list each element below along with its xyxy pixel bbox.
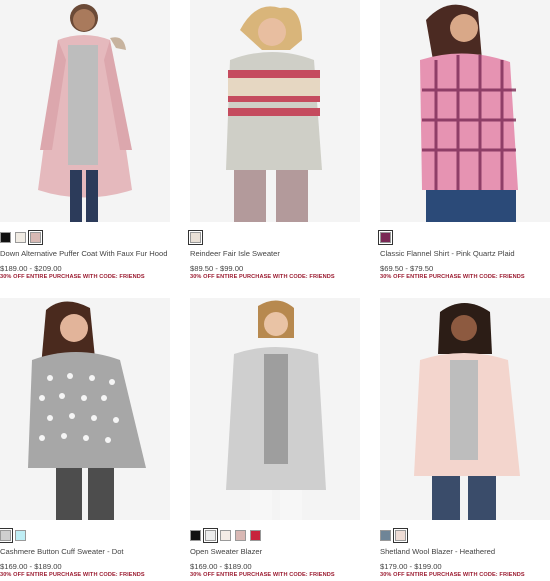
promo-text: 30% OFF ENTIRE PURCHASE WITH CODE: FRIEN… xyxy=(380,274,525,280)
swatch[interactable] xyxy=(380,530,391,541)
promo-text: 30% OFF ENTIRE PURCHASE WITH CODE: FRIEN… xyxy=(190,274,335,280)
product-grid: Down Alternative Puffer Coat With Faux F… xyxy=(0,0,550,581)
swatch[interactable] xyxy=(220,530,231,541)
swatch[interactable] xyxy=(0,232,11,243)
sweater-blazer-illustration xyxy=(226,300,326,520)
product-image[interactable] xyxy=(190,298,360,520)
swatch[interactable] xyxy=(378,230,393,245)
product-image[interactable] xyxy=(0,298,170,520)
promo-text: 30% OFF ENTIRE PURCHASE WITH CODE: FRIEN… xyxy=(380,572,525,578)
swatch[interactable] xyxy=(250,530,261,541)
product-name[interactable]: Open Sweater Blazer xyxy=(190,547,262,556)
product-price: $169.00 - $189.00 xyxy=(0,562,62,571)
color-swatches xyxy=(380,528,408,543)
swatch[interactable] xyxy=(15,232,26,243)
product-name[interactable]: Reindeer Fair Isle Sweater xyxy=(190,249,280,258)
product-image[interactable] xyxy=(380,298,550,520)
product-price: $169.00 - $189.00 xyxy=(190,562,252,571)
promo-text: 30% OFF ENTIRE PURCHASE WITH CODE: FRIEN… xyxy=(0,572,145,578)
promo-text: 30% OFF ENTIRE PURCHASE WITH CODE: FRIEN… xyxy=(190,572,335,578)
product-price: $179.00 - $199.00 xyxy=(380,562,442,571)
product-card[interactable]: Classic Flannel Shirt - Pink Quartz Plai… xyxy=(378,0,550,280)
product-name[interactable]: Shetland Wool Blazer - Heathered xyxy=(380,547,495,556)
product-name[interactable]: Down Alternative Puffer Coat With Faux F… xyxy=(0,249,167,258)
product-price: $89.50 - $99.00 xyxy=(190,264,244,273)
product-name[interactable]: Classic Flannel Shirt - Pink Quartz Plai… xyxy=(380,249,515,258)
promo-text: 30% OFF ENTIRE PURCHASE WITH CODE: FRIEN… xyxy=(0,274,145,280)
product-card[interactable]: Shetland Wool Blazer - Heathered $179.00… xyxy=(380,298,550,578)
product-price: $69.50 - $79.50 xyxy=(380,264,434,273)
product-image[interactable] xyxy=(190,0,360,222)
product-card[interactable]: Open Sweater Blazer $169.00 - $189.00 30… xyxy=(190,298,360,578)
color-swatches xyxy=(190,528,261,543)
product-image[interactable] xyxy=(380,0,550,222)
swatch[interactable] xyxy=(188,230,203,245)
product-price: $189.00 - $209.00 xyxy=(0,264,62,273)
dot-sweater-illustration xyxy=(28,301,146,520)
color-swatches xyxy=(0,230,43,245)
swatch[interactable] xyxy=(0,528,13,543)
swatch[interactable] xyxy=(393,528,408,543)
color-swatches xyxy=(0,528,26,543)
product-card[interactable]: Reindeer Fair Isle Sweater $89.50 - $99.… xyxy=(188,0,360,280)
product-card[interactable]: Down Alternative Puffer Coat With Faux F… xyxy=(0,0,170,280)
product-name[interactable]: Cashmere Button Cuff Sweater - Dot xyxy=(0,547,124,556)
product-image[interactable] xyxy=(0,0,170,222)
flannel-shirt-illustration xyxy=(420,4,518,222)
color-swatches xyxy=(188,230,203,245)
swatch[interactable] xyxy=(235,530,246,541)
color-swatches xyxy=(378,230,393,245)
swatch[interactable] xyxy=(190,530,201,541)
fair-isle-sweater-illustration xyxy=(226,6,322,222)
product-card[interactable]: Cashmere Button Cuff Sweater - Dot $169.… xyxy=(0,298,170,578)
swatch[interactable] xyxy=(15,530,26,541)
puffer-coat-illustration xyxy=(38,4,132,222)
swatch[interactable] xyxy=(203,528,218,543)
swatch[interactable] xyxy=(28,230,43,245)
wool-blazer-illustration xyxy=(414,303,520,520)
